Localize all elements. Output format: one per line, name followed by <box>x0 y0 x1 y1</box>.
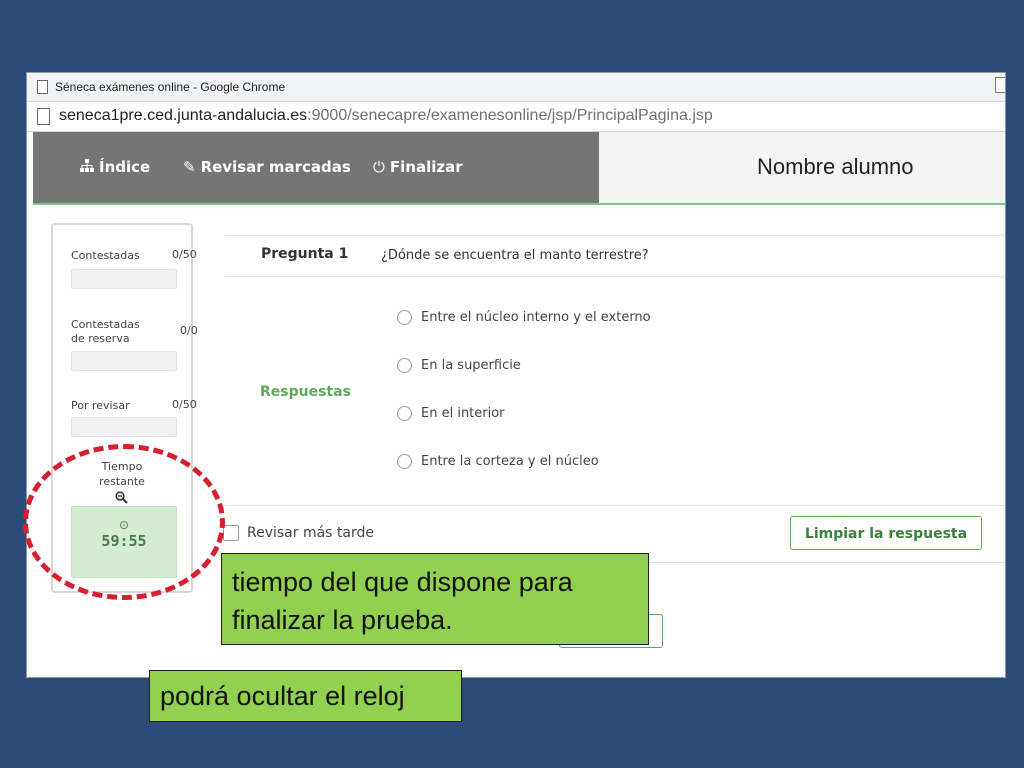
indice-label: Índice <box>99 158 151 176</box>
reserva-label-line2: de reserva <box>71 332 130 345</box>
review-later-option[interactable]: Revisar más tarde <box>223 525 374 541</box>
student-name: Nombre alumno <box>757 154 914 179</box>
divider <box>225 235 1005 236</box>
answer-option-4[interactable]: Entre la corteza y el núcleo <box>397 454 599 469</box>
finalizar-label: Finalizar <box>389 158 463 176</box>
finalizar-button[interactable]: ⏻ Finalizar <box>373 158 463 176</box>
pencil-icon: ✎ <box>183 158 196 176</box>
top-nav: Índice ✎ Revisar marcadas ⏻ Finalizar <box>33 132 599 203</box>
radio-button[interactable] <box>397 358 412 373</box>
contestadas-value: 0/50 <box>172 248 197 261</box>
answer-option-1[interactable]: Entre el núcleo interno y el externo <box>397 310 651 325</box>
student-name-box: Nombre alumno <box>599 132 1005 203</box>
window-title: Séneca exámenes online - Google Chrome <box>55 80 286 94</box>
reserva-label-line1: Contestadas <box>71 318 140 331</box>
answer-option-3[interactable]: En el interior <box>397 406 505 421</box>
review-later-label: Revisar más tarde <box>247 525 375 541</box>
answer-option-label: En el interior <box>421 406 505 421</box>
title-bar: Séneca exámenes online - Google Chrome <box>27 73 1005 102</box>
revisar-progress-bar <box>71 417 177 437</box>
nav-divider <box>33 203 1005 205</box>
answers-label: Respuestas <box>260 384 351 400</box>
answer-option-2[interactable]: En la superficie <box>397 358 521 373</box>
revisar-marcadas-label: Revisar marcadas <box>200 158 351 176</box>
callout-time-line2: finalizar la prueba. <box>232 605 453 635</box>
callout-time-line1: tiempo del que dispone para <box>232 567 573 597</box>
window-control-button[interactable] <box>995 77 1005 93</box>
revisar-value: 0/50 <box>172 398 197 411</box>
radio-button[interactable] <box>397 454 412 469</box>
contestadas-progress-bar <box>71 269 177 289</box>
highlight-circle <box>23 444 225 600</box>
divider <box>225 505 1005 506</box>
answer-option-label: En la superficie <box>421 358 521 373</box>
review-later-checkbox[interactable] <box>223 525 239 541</box>
reserva-progress-bar <box>71 351 177 371</box>
revisar-marcadas-button[interactable]: ✎ Revisar marcadas <box>183 158 351 176</box>
page-icon <box>37 80 48 94</box>
indice-button[interactable]: Índice <box>80 158 150 176</box>
url-text[interactable]: seneca1pre.ced.junta-andalucia.es:9000/s… <box>59 107 713 125</box>
address-bar[interactable]: seneca1pre.ced.junta-andalucia.es:9000/s… <box>27 102 1005 132</box>
callout-time-info: tiempo del que dispone para finalizar la… <box>221 553 649 645</box>
sitemap-icon <box>80 158 94 176</box>
power-icon: ⏻ <box>373 158 385 176</box>
contestadas-label: Contestadas <box>71 249 140 262</box>
callout-hide-clock: podrá ocultar el reloj <box>149 670 462 722</box>
page-icon <box>37 108 50 125</box>
radio-button[interactable] <box>397 406 412 421</box>
url-host: seneca1pre.ced.junta-andalucia.es <box>59 107 308 124</box>
url-path: :9000/senecapre/examenesonline/jsp/Princ… <box>307 107 713 124</box>
revisar-label: Por revisar <box>71 399 130 412</box>
radio-button[interactable] <box>397 310 412 325</box>
answer-option-label: Entre el núcleo interno y el externo <box>421 310 651 325</box>
question-text: ¿Dónde se encuentra el manto terrestre? <box>381 248 649 263</box>
question-number: Pregunta 1 <box>261 246 349 262</box>
answer-option-label: Entre la corteza y el núcleo <box>421 454 599 469</box>
divider <box>225 276 1005 277</box>
reserva-value: 0/0 <box>180 324 198 337</box>
clear-answer-button[interactable]: Limpiar la respuesta <box>790 516 982 550</box>
